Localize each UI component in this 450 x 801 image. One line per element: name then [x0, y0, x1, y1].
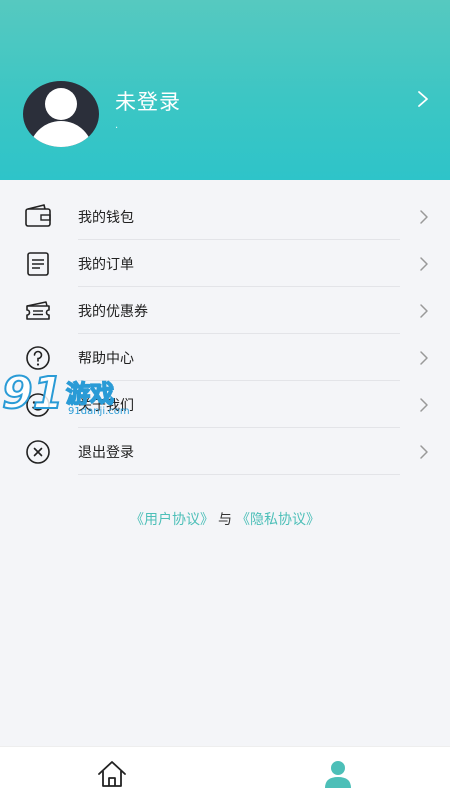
user-name[interactable]: 未登录: [115, 86, 181, 116]
user-subtitle: .: [115, 120, 119, 131]
menu-item-coupons[interactable]: 我的优惠券: [0, 287, 450, 334]
wallet-icon: [25, 204, 51, 227]
chevron-right-icon: [420, 351, 428, 365]
user-agreement-link[interactable]: 《用户协议》: [130, 512, 214, 528]
menu-item-label: 我的订单: [78, 257, 134, 273]
menu-item-label: 我的钱包: [78, 210, 134, 226]
agreement-separator: 与: [218, 512, 232, 528]
smile-icon: [26, 393, 50, 417]
avatar[interactable]: [23, 81, 99, 147]
home-icon[interactable]: [96, 759, 128, 789]
menu-list: 我的钱包 我的订单 我的优惠券 帮助中心 关于我们 退出登录: [0, 193, 450, 475]
privacy-agreement-link[interactable]: 《隐私协议》: [236, 512, 320, 528]
avatar-head-shape: [45, 88, 77, 120]
chevron-right-icon[interactable]: [413, 89, 433, 109]
divider: [78, 474, 400, 475]
menu-item-label: 我的优惠券: [78, 304, 148, 320]
order-list-icon: [27, 252, 49, 276]
avatar-body-shape: [29, 121, 93, 147]
menu-item-wallet[interactable]: 我的钱包: [0, 193, 450, 240]
menu-item-label: 帮助中心: [78, 351, 134, 367]
bottom-tab-bar: [0, 746, 450, 801]
chevron-right-icon: [420, 210, 428, 224]
profile-icon[interactable]: [322, 758, 354, 790]
menu-item-help[interactable]: 帮助中心: [0, 334, 450, 381]
help-icon: [26, 346, 50, 370]
menu-item-logout[interactable]: 退出登录: [0, 428, 450, 475]
close-circle-icon: [26, 440, 50, 464]
menu-item-orders[interactable]: 我的订单: [0, 240, 450, 287]
agreement-links: 《用户协议》与《隐私协议》: [0, 509, 450, 529]
chevron-right-icon: [420, 445, 428, 459]
profile-header: 未登录 .: [0, 0, 450, 180]
chevron-right-icon: [420, 304, 428, 318]
coupon-icon: [26, 301, 50, 320]
menu-item-label: 退出登录: [78, 445, 134, 461]
chevron-right-icon: [420, 398, 428, 412]
menu-item-label: 关于我们: [78, 398, 134, 414]
chevron-right-icon: [420, 257, 428, 271]
menu-item-about[interactable]: 关于我们: [0, 381, 450, 428]
